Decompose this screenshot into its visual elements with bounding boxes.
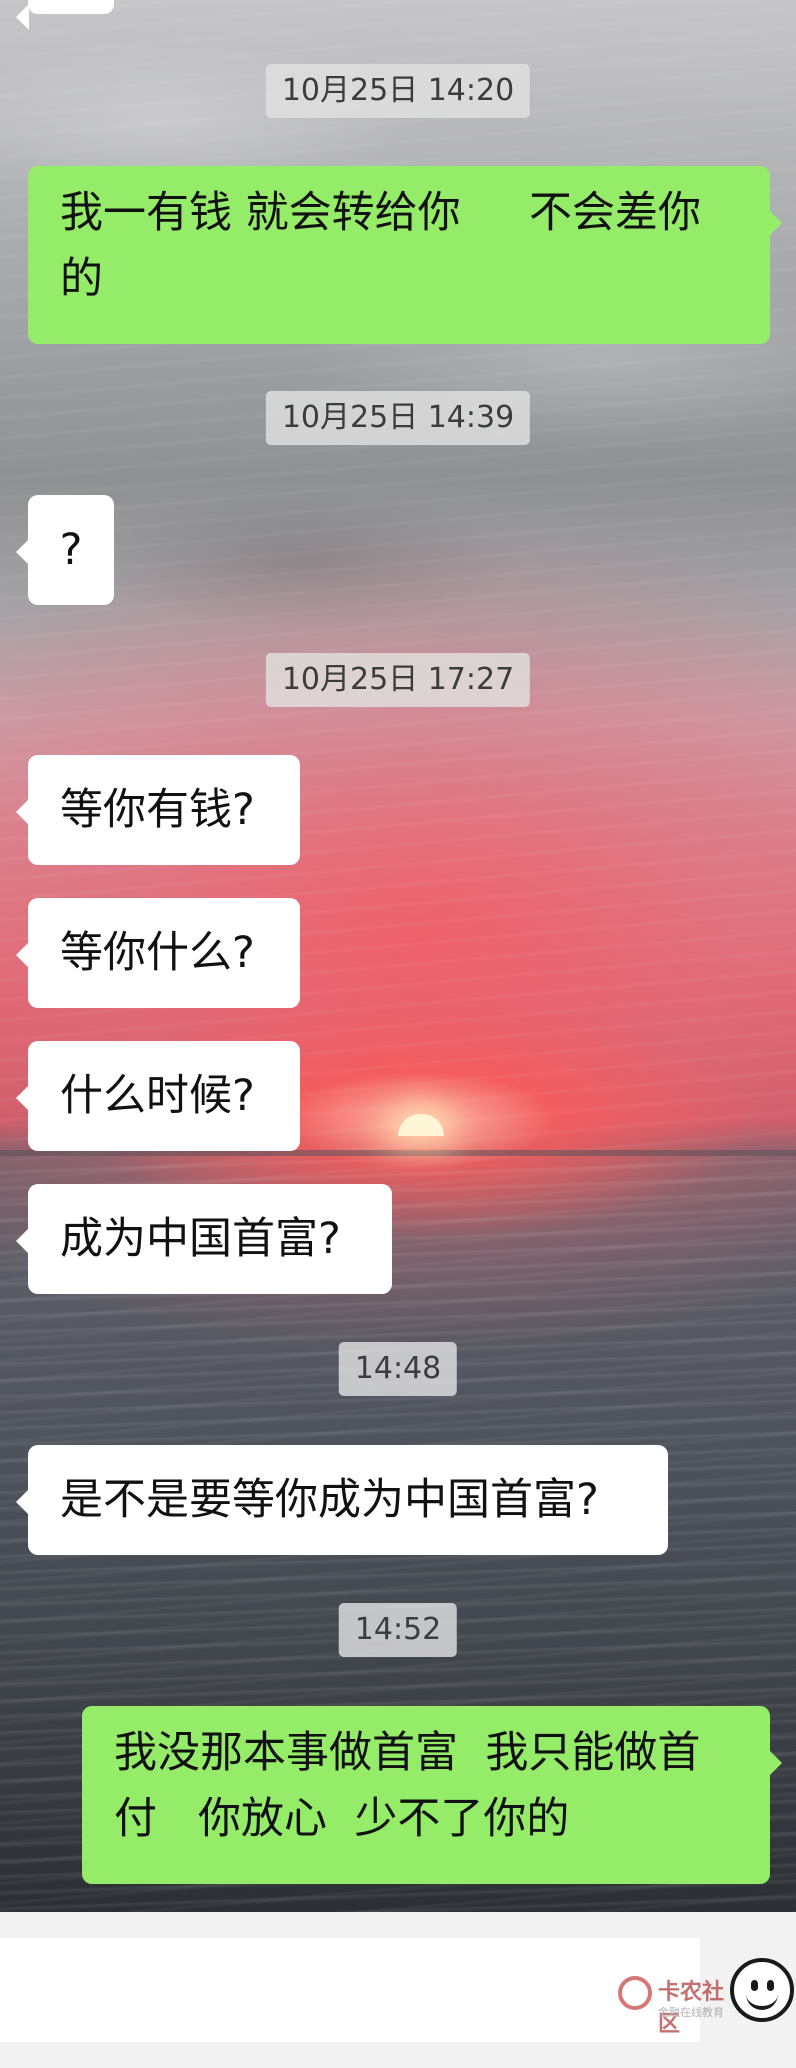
watermark-subtext: 金融在线教育 (658, 2006, 724, 2019)
timestamp: 14:48 (338, 1342, 458, 1396)
message-bubble-received[interactable]: 什么时候? (16, 1041, 300, 1151)
message-bubble-received-partial[interactable] (16, 0, 114, 30)
message-input[interactable] (0, 1938, 700, 2042)
message-bubble-received[interactable]: 等你什么? (16, 898, 300, 1008)
message-bubble-received[interactable]: 是不是要等你成为中国首富? (16, 1445, 668, 1555)
message-bubble-sent[interactable]: 我一有钱 就会转给你 不会差你的 (28, 166, 782, 344)
input-bar: 卡农社区 金融在线教育 (0, 1912, 796, 2068)
emoji-mouth (746, 1988, 778, 2010)
emoji-icon[interactable] (730, 1958, 794, 2022)
timestamp: 14:52 (338, 1603, 458, 1657)
watermark-logo: 卡农社区 金融在线教育 (618, 1974, 738, 2037)
timestamp: 10月25日 14:39 (265, 391, 531, 445)
message-bubble-received[interactable]: 成为中国首富? (16, 1184, 392, 1294)
timestamp: 10月25日 17:27 (265, 653, 531, 707)
watermark-logo-icon (618, 1976, 652, 2010)
message-bubble-received[interactable]: 等你有钱? (16, 755, 300, 865)
message-bubble-received[interactable]: ? (16, 495, 114, 605)
timestamp: 10月25日 14:20 (265, 64, 531, 118)
message-bubble-sent[interactable]: 我没那本事做首富 我只能做首付 你放心 少不了你的 (82, 1706, 782, 1884)
